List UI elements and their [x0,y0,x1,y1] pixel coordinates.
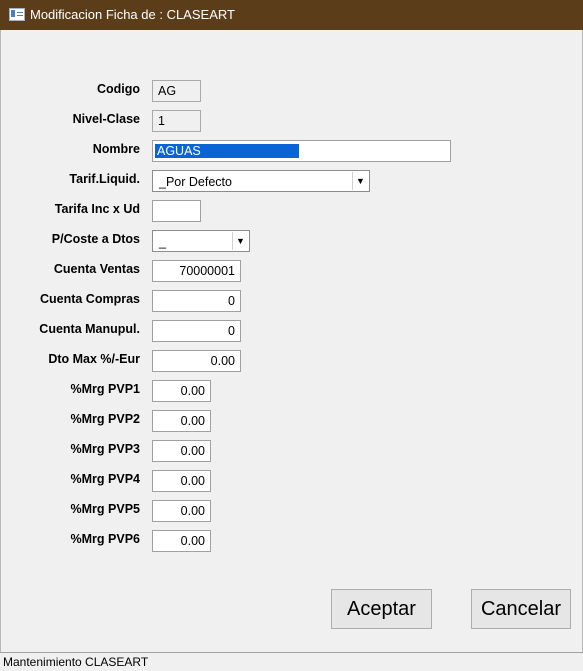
status-bar: Mantenimiento CLASEART [0,652,583,671]
accept-button[interactable]: Aceptar [331,589,432,629]
mrg-pvp6-label: %Mrg PVP6 [70,532,140,546]
pcoste-dtos-value: _ [159,235,166,249]
mrg-pvp5-label: %Mrg PVP5 [70,502,140,516]
dto-max-label: Dto Max %/-Eur [48,352,140,366]
mrg-pvp1-label: %Mrg PVP1 [70,382,140,396]
cuenta-manupul-label: Cuenta Manupul. [39,322,140,336]
title-bar[interactable]: Modificacion Ficha de : CLASEART [0,0,583,30]
dto-max-field[interactable]: 0.00 [152,350,241,372]
tarif-liquid-select[interactable]: _Por Defecto ▼ [152,170,370,192]
tarifa-inc-label: Tarifa Inc x Ud [54,202,140,216]
codigo-label: Codigo [96,82,140,96]
pcoste-dtos-label: P/Coste a Dtos [51,232,140,246]
codigo-field: AG [152,80,201,102]
chevron-down-icon[interactable]: ▼ [232,232,248,250]
window-icon [9,8,25,21]
mrg-pvp5-field[interactable]: 0.00 [152,500,211,522]
mrg-pvp6-field[interactable]: 0.00 [152,530,211,552]
nombre-field[interactable]: AGUAS [152,140,451,162]
form-body: Codigo AG Nivel-Clase 1 Nombre AGUAS Tar… [0,30,583,652]
cuenta-manupul-field[interactable]: 0 [152,320,241,342]
nivel-clase-label: Nivel-Clase [72,112,140,126]
cuenta-compras-field[interactable]: 0 [152,290,241,312]
tarif-liquid-value: _Por Defecto [159,175,232,189]
status-text: Mantenimiento CLASEART [3,655,149,669]
mrg-pvp2-field[interactable]: 0.00 [152,410,211,432]
mrg-pvp4-field[interactable]: 0.00 [152,470,211,492]
cuenta-ventas-label: Cuenta Ventas [53,262,140,276]
cuenta-ventas-field[interactable]: 70000001 [152,260,241,282]
window-title: Modificacion Ficha de : CLASEART [30,7,235,22]
nombre-label: Nombre [92,142,140,156]
mrg-pvp1-field[interactable]: 0.00 [152,380,211,402]
pcoste-dtos-select[interactable]: _ ▼ [152,230,250,252]
mrg-pvp3-field[interactable]: 0.00 [152,440,211,462]
mrg-pvp2-label: %Mrg PVP2 [70,412,140,426]
cancel-button[interactable]: Cancelar [471,589,571,629]
mrg-pvp4-label: %Mrg PVP4 [70,472,140,486]
nivel-clase-field: 1 [152,110,201,132]
nombre-selected-text: AGUAS [155,144,299,158]
tarif-liquid-label: Tarif.Liquid. [69,172,140,186]
chevron-down-icon[interactable]: ▼ [352,172,368,190]
mrg-pvp3-label: %Mrg PVP3 [70,442,140,456]
tarifa-inc-field[interactable] [152,200,201,222]
cuenta-compras-label: Cuenta Compras [39,292,140,306]
